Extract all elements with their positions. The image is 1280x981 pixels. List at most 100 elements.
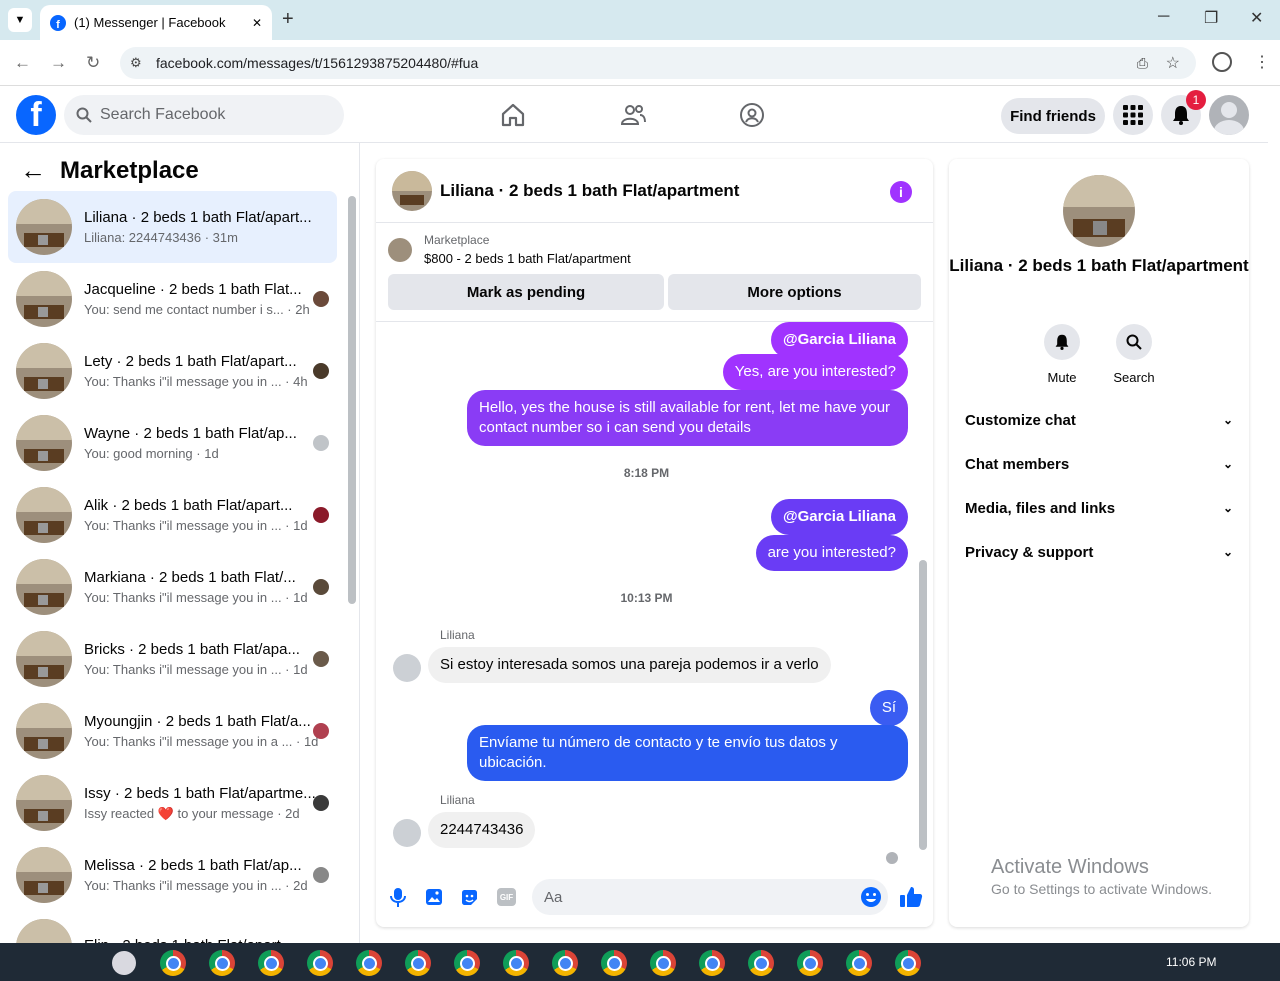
conversation-item[interactable]: Wayne · 2 beds 1 bath Flat/ap... You: goo… <box>8 407 337 479</box>
outgoing-message[interactable]: are you interested? <box>755 535 908 571</box>
friends-icon[interactable] <box>620 102 646 128</box>
chrome-taskbar-icon[interactable] <box>160 950 186 976</box>
sender-name: Liliana <box>440 793 475 807</box>
chrome-taskbar-icon[interactable] <box>503 950 529 976</box>
seen-by-avatar <box>313 435 329 451</box>
back-arrow-icon[interactable]: ← <box>14 53 31 73</box>
info-icon[interactable]: i <box>890 181 912 203</box>
restore-button[interactable]: ❐ <box>1204 8 1218 28</box>
site-settings-icon[interactable]: ⚙ <box>130 55 142 71</box>
customize-chat-section[interactable]: Customize chat ⌄ <box>965 400 1233 440</box>
privacy-support-section[interactable]: Privacy & support ⌄ <box>965 532 1233 572</box>
home-icon[interactable] <box>500 102 526 128</box>
facebook-search-input[interactable]: Search Facebook <box>64 95 344 135</box>
install-app-icon[interactable]: ⎙ <box>1137 55 1148 72</box>
chrome-taskbar-icon[interactable] <box>552 950 578 976</box>
back-arrow-icon[interactable]: ← <box>20 155 46 186</box>
watermark-line: Activate Windows <box>991 856 1149 878</box>
taskbar-clock[interactable]: 11:06 PM <box>1166 955 1216 969</box>
forward-arrow-icon[interactable]: → <box>50 53 67 73</box>
chevron-down-icon: ▼ <box>14 14 26 26</box>
chrome-taskbar-icon[interactable] <box>650 950 676 976</box>
window-close-button[interactable]: ✕ <box>1250 8 1263 28</box>
sidebar-scrollbar[interactable] <box>348 196 356 604</box>
conversation-item[interactable]: Melissa · 2 beds 1 bath Flat/ap... You: T… <box>8 839 337 911</box>
sender-avatar[interactable] <box>393 654 421 682</box>
conversation-preview: You: Thanks i"il message you in a ... · … <box>84 734 319 749</box>
conversation-item[interactable]: Alik · 2 beds 1 bath Flat/apart... You: T… <box>8 479 337 551</box>
chrome-taskbar-icon[interactable] <box>356 950 382 976</box>
conversation-preview: You: Thanks i"il message you in ... · 4h <box>84 374 308 389</box>
minimize-button[interactable]: ─ <box>1158 8 1169 26</box>
address-bar[interactable]: ⚙ facebook.com/messages/t/15612938752044… <box>120 47 1196 79</box>
media-files-links-section[interactable]: Media, files and links ⌄ <box>965 488 1233 528</box>
section-label: Customize chat <box>965 411 1076 429</box>
timestamp: 10:13 PM <box>620 591 673 605</box>
search-icon <box>76 107 92 123</box>
find-friends-button[interactable]: Find friends <box>1001 98 1105 134</box>
conversation-item[interactable]: Issy · 2 beds 1 bath Flat/apartme... Issy… <box>8 767 337 839</box>
outgoing-message[interactable]: Envíame tu número de contacto y te envío… <box>467 725 908 781</box>
mute-button[interactable]: Mute <box>1022 324 1102 385</box>
conversation-item[interactable]: Markiana · 2 beds 1 bath Flat/... You: Th… <box>8 551 337 623</box>
chat-title[interactable]: Liliana · 2 beds 1 bath Flat/apartment <box>440 181 739 201</box>
conversation-item[interactable]: Jacqueline · 2 beds 1 bath Flat... You: s… <box>8 263 337 335</box>
more-options-button[interactable]: More options <box>668 274 921 310</box>
new-tab-button[interactable]: + <box>282 8 294 31</box>
tab-close-icon[interactable]: ✕ <box>252 16 262 30</box>
outgoing-message[interactable]: Sí <box>869 690 908 726</box>
chrome-taskbar-icon[interactable] <box>405 950 431 976</box>
chrome-taskbar-icon[interactable] <box>895 950 921 976</box>
chrome-taskbar-icon[interactable] <box>209 950 235 976</box>
thumbs-up-icon[interactable] <box>899 885 923 909</box>
sender-avatar[interactable] <box>393 819 421 847</box>
gif-icon[interactable]: GIF <box>497 888 516 906</box>
conversation-name: Markiana · 2 beds 1 bath Flat/... <box>84 569 296 586</box>
chat-scrollbar[interactable] <box>919 560 927 850</box>
message-input[interactable]: Aa <box>532 879 888 915</box>
listing-card[interactable]: Marketplace $800 - 2 beds 1 bath Flat/ap… <box>388 233 631 266</box>
account-avatar[interactable] <box>1209 95 1249 135</box>
menu-button[interactable] <box>1113 95 1153 135</box>
reload-icon[interactable]: ↻ <box>86 53 100 73</box>
chat-avatar[interactable] <box>392 170 432 211</box>
photo-icon[interactable] <box>425 888 443 906</box>
outgoing-message[interactable]: @Garcia Liliana <box>770 499 908 535</box>
conversation-item[interactable]: Myoungjin · 2 beds 1 bath Flat/a... You: … <box>8 695 337 767</box>
sticker-icon[interactable] <box>460 888 479 907</box>
tab-title: (1) Messenger | Facebook <box>74 15 226 30</box>
chat-members-section[interactable]: Chat members ⌄ <box>965 444 1233 484</box>
incoming-message[interactable]: Si estoy interesada somos una pareja pod… <box>428 647 831 683</box>
chrome-taskbar-icon[interactable] <box>601 950 627 976</box>
facebook-logo[interactable]: f <box>16 95 56 135</box>
search-icon <box>1126 334 1142 350</box>
microphone-icon[interactable] <box>390 887 406 907</box>
conversation-item[interactable]: Liliana · 2 beds 1 bath Flat/apart... Lil… <box>8 191 337 263</box>
chrome-taskbar-icon[interactable] <box>454 950 480 976</box>
profile-icon[interactable] <box>1212 52 1232 72</box>
app-taskbar-icon[interactable] <box>112 951 136 975</box>
outgoing-message[interactable]: @Garcia Liliana <box>770 322 908 358</box>
outgoing-message[interactable]: Yes, are you interested? <box>722 354 908 390</box>
chrome-taskbar-icon[interactable] <box>258 950 284 976</box>
incoming-message[interactable]: 2244743436 <box>428 812 536 848</box>
bookmark-star-icon[interactable]: ☆ <box>1166 53 1180 73</box>
outgoing-message[interactable]: Hello, yes the house is still available … <box>467 390 908 446</box>
chrome-taskbar-icon[interactable] <box>307 950 333 976</box>
conversation-thumbnail <box>16 559 72 615</box>
conversation-item[interactable]: Lety · 2 beds 1 bath Flat/apart... You: T… <box>8 335 337 407</box>
contact-avatar[interactable] <box>1063 175 1135 247</box>
search-in-conversation-button[interactable]: Search <box>1094 324 1174 385</box>
conversation-item[interactable]: Bricks · 2 beds 1 bath Flat/apa... You: T… <box>8 623 337 695</box>
chevron-down-icon: ⌄ <box>1222 457 1233 471</box>
browser-tab[interactable]: f (1) Messenger | Facebook ✕ <box>40 5 272 40</box>
chrome-taskbar-icon[interactable] <box>846 950 872 976</box>
chrome-taskbar-icon[interactable] <box>748 950 774 976</box>
chrome-taskbar-icon[interactable] <box>797 950 823 976</box>
chrome-taskbar-icon[interactable] <box>699 950 725 976</box>
groups-icon[interactable] <box>739 102 765 128</box>
browser-menu-icon[interactable]: ⋮ <box>1254 52 1270 72</box>
mark-as-pending-button[interactable]: Mark as pending <box>388 274 664 310</box>
tab-search-button[interactable]: ▼ <box>8 8 32 32</box>
emoji-icon[interactable] <box>860 886 882 908</box>
